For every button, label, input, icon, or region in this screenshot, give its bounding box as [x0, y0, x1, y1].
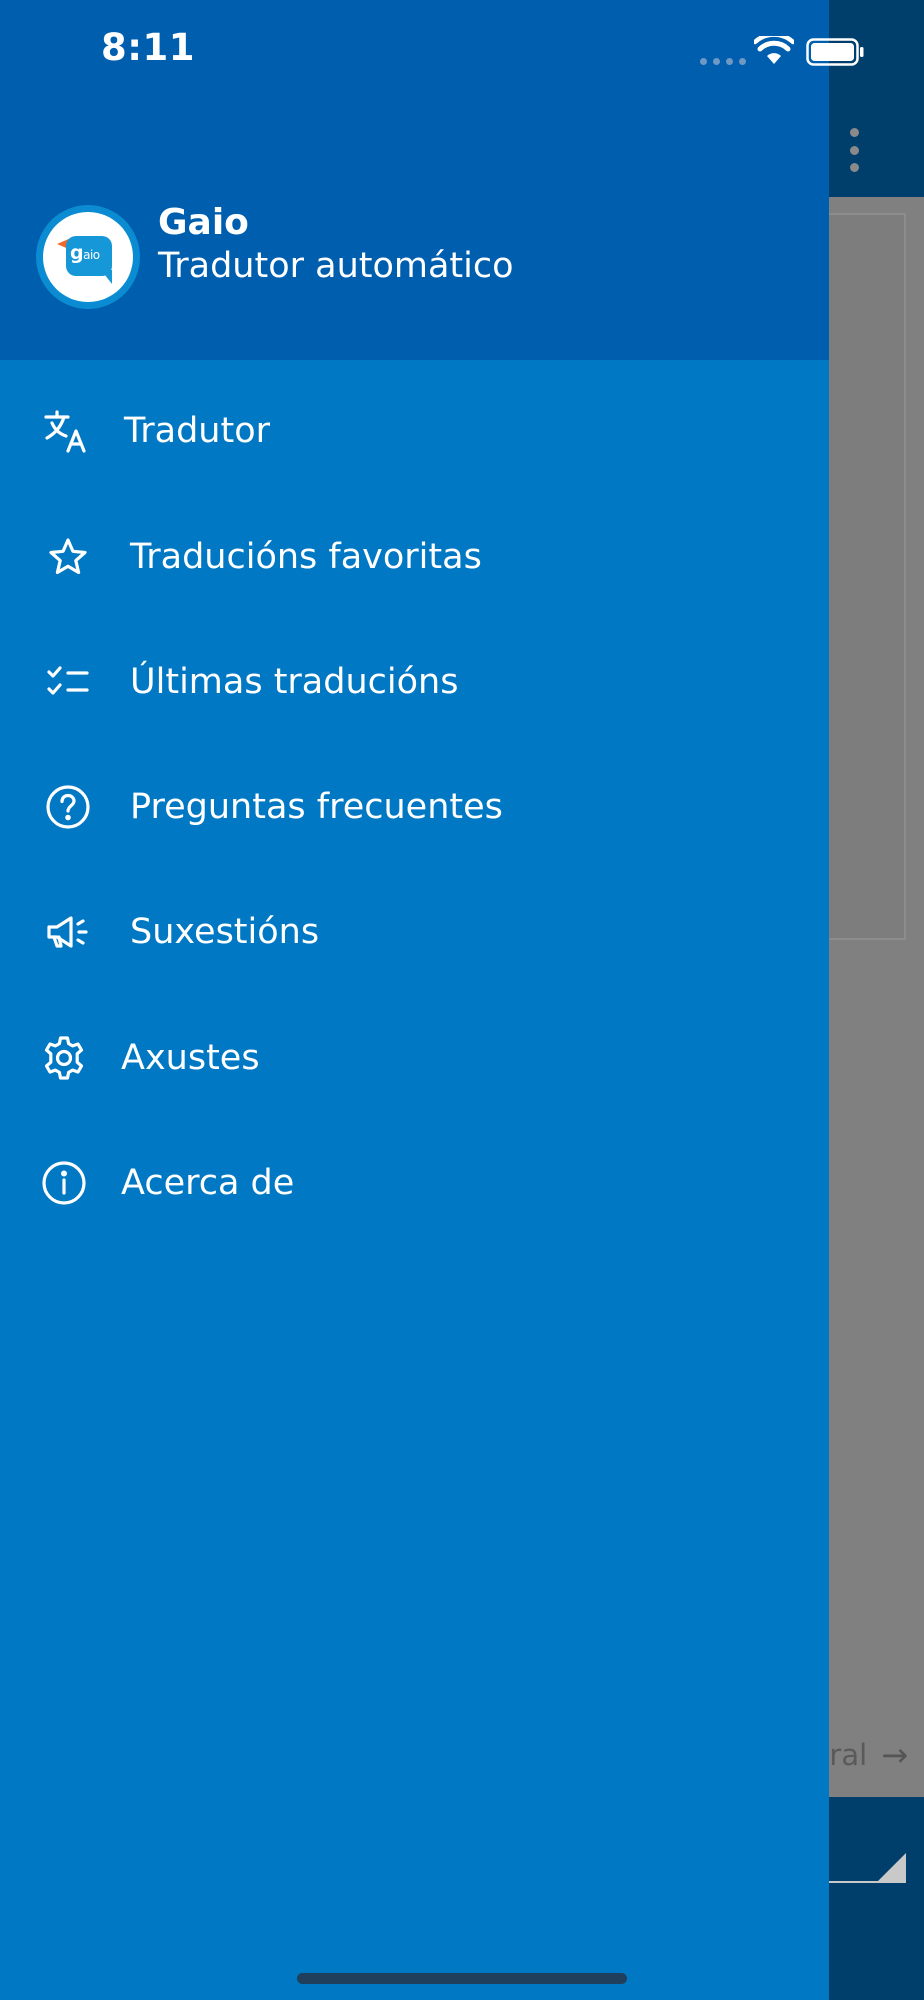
megaphone-icon	[44, 908, 92, 956]
arrow-right-icon: →	[881, 1736, 908, 1774]
app-logo: gaio	[36, 205, 140, 309]
translate-icon	[42, 407, 90, 455]
info-icon	[40, 1159, 88, 1207]
gear-icon	[40, 1034, 88, 1082]
cellular-signal-icon	[700, 58, 746, 65]
app-subtitle: Tradutor automático	[158, 246, 514, 286]
menu-item-recent-translations-label: Últimas traducións	[130, 662, 459, 702]
app-name: Gaio	[158, 202, 249, 243]
menu-item-settings[interactable]: Axustes	[0, 998, 829, 1118]
help-circle-icon	[44, 783, 92, 831]
menu-item-translator-label: Tradutor	[124, 411, 270, 451]
resize-handle-icon	[876, 1853, 906, 1883]
logo-text: gaio	[70, 242, 100, 264]
menu-item-recent-translations[interactable]: Últimas traducións	[0, 622, 829, 742]
menu-item-settings-label: Axustes	[121, 1038, 260, 1078]
menu-item-suggestions-label: Suxestións	[130, 912, 320, 952]
menu-item-favorite-translations[interactable]: Traducións favoritas	[0, 497, 829, 617]
menu-item-faq[interactable]: Preguntas frecuentes	[0, 747, 829, 867]
battery-icon	[806, 38, 864, 66]
menu-item-favorite-translations-label: Traducións favoritas	[130, 537, 482, 577]
star-icon	[44, 533, 92, 581]
background-partial-text: ral	[829, 1738, 868, 1772]
menu-item-faq-label: Preguntas frecuentes	[130, 787, 503, 827]
navigation-drawer: 8:11 gaio Gaio Tradutor automático Tradu…	[0, 0, 864, 2000]
menu-item-translator[interactable]: Tradutor	[0, 371, 829, 491]
more-options-icon	[846, 128, 862, 172]
menu-item-suggestions[interactable]: Suxestións	[0, 872, 829, 992]
status-time: 8:11	[101, 26, 196, 69]
home-indicator[interactable]	[297, 1973, 627, 1984]
checklist-icon	[44, 658, 92, 706]
wifi-icon	[754, 36, 794, 64]
menu-item-about-label: Acerca de	[121, 1163, 295, 1203]
menu-item-about[interactable]: Acerca de	[0, 1123, 829, 1243]
